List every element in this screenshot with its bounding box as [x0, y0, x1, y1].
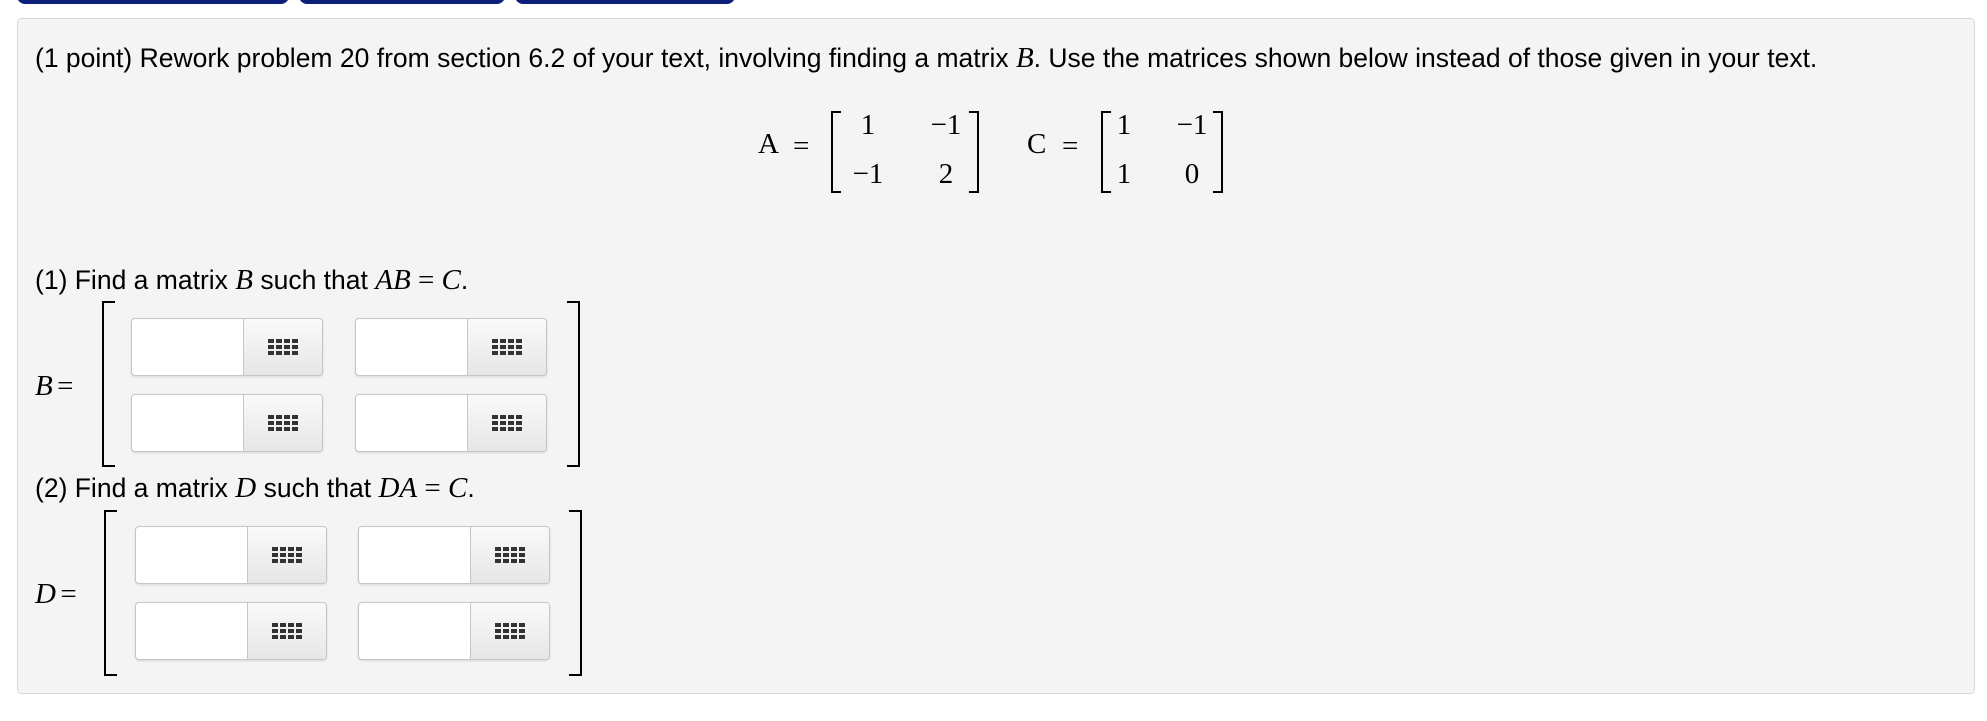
- matrix-d-r2c1-input[interactable]: [136, 603, 248, 659]
- matrix-d-label-var: D: [35, 578, 56, 610]
- part-2-prefix: (2) Find a matrix: [35, 473, 236, 503]
- matrix-b-r2c2-input[interactable]: [356, 395, 468, 451]
- matrix-b-r2c2-grid-button[interactable]: [467, 395, 546, 451]
- part-2-question: (2) Find a matrix D such that DA = C.: [35, 472, 475, 505]
- part-2-rhs: C: [448, 472, 468, 504]
- matrix-b-entry: [355, 394, 547, 452]
- matrix-d-label-eq: =: [60, 578, 77, 610]
- matrix-b-entry: [355, 318, 547, 376]
- matrix-b-entry: [131, 318, 323, 376]
- matrix-a-name: A: [758, 128, 779, 160]
- top-tab-1[interactable]: [17, 0, 289, 4]
- grid-icon: [492, 339, 522, 355]
- matrix-d-r2c2-input[interactable]: [359, 603, 471, 659]
- matrix-b-r1c1-input[interactable]: [132, 319, 244, 375]
- part-1-prefix: (1) Find a matrix: [35, 265, 236, 295]
- matrix-a-cell: 1: [860, 109, 876, 141]
- matrix-b-r1c1-grid-button[interactable]: [243, 319, 322, 375]
- matrix-b-r2c1-grid-button[interactable]: [243, 395, 322, 451]
- matrix-d-right-bracket: [569, 510, 582, 676]
- matrix-b-label-var: B: [35, 370, 53, 402]
- part-1-mid: such that: [252, 265, 376, 295]
- matrix-c-cell: 1: [1116, 109, 1132, 141]
- matrix-b-entry: [131, 394, 323, 452]
- part-2-eq: =: [417, 472, 449, 504]
- matrix-b-r1c2-grid-button[interactable]: [467, 319, 546, 375]
- grid-icon: [495, 623, 525, 639]
- matrix-b-r1c2-input[interactable]: [356, 319, 468, 375]
- part-1-lhs: AB: [375, 264, 411, 296]
- matrix-d-left-bracket: [104, 510, 117, 676]
- matrix-c-name: C: [1027, 128, 1047, 160]
- grid-icon: [272, 547, 302, 563]
- grid-icon: [268, 415, 298, 431]
- matrix-b-r2c1-input[interactable]: [132, 395, 244, 451]
- matrix-d-label: D =: [35, 578, 77, 611]
- matrix-c-cell: 1: [1116, 158, 1132, 190]
- matrix-d-entry: [135, 526, 327, 584]
- part-2-var: D: [235, 472, 257, 504]
- matrix-d-entry: [358, 526, 550, 584]
- problem-statement: (1 point) Rework problem 20 from section…: [35, 42, 1817, 75]
- matrix-d-entry: [135, 602, 327, 660]
- part-1-eq: =: [410, 264, 442, 296]
- matrix-a-cell: −1: [852, 158, 884, 190]
- part-1-rhs: C: [441, 264, 461, 296]
- part-1-end: .: [460, 265, 469, 295]
- part-2-lhs: DA: [378, 472, 418, 504]
- top-tab-2[interactable]: [299, 0, 505, 4]
- matrix-b-right-bracket: [567, 301, 580, 467]
- matrix-d-r1c1-grid-button[interactable]: [247, 527, 326, 583]
- problem-statement-suffix: . Use the matrices shown below instead o…: [1033, 43, 1818, 73]
- matrix-b-left-bracket: [102, 301, 115, 467]
- grid-icon: [492, 415, 522, 431]
- matrix-a-equals: =: [793, 130, 810, 162]
- matrix-b-label: B =: [35, 370, 74, 403]
- matrix-d-r2c1-grid-button[interactable]: [247, 603, 326, 659]
- problem-statement-prefix: (1 point) Rework problem 20 from section…: [35, 43, 1016, 73]
- part-1-question: (1) Find a matrix B such that AB = C.: [35, 264, 468, 297]
- matrix-c-right-bracket: [1213, 111, 1223, 193]
- matrix-a-right-bracket: [969, 111, 979, 193]
- matrix-d-r2c2-grid-button[interactable]: [470, 603, 549, 659]
- part-2-end: .: [467, 473, 475, 503]
- part-1-var: B: [235, 264, 253, 296]
- top-tab-3[interactable]: [515, 0, 735, 4]
- grid-icon: [272, 623, 302, 639]
- matrix-d-r1c1-input[interactable]: [136, 527, 248, 583]
- part-2-mid: such that: [256, 473, 379, 503]
- grid-icon: [268, 339, 298, 355]
- matrix-d-entry: [358, 602, 550, 660]
- matrix-c-equals: =: [1062, 130, 1079, 162]
- matrix-d-r1c2-input[interactable]: [359, 527, 471, 583]
- matrix-b-label-eq: =: [57, 370, 74, 402]
- grid-icon: [495, 547, 525, 563]
- matrix-d-r1c2-grid-button[interactable]: [470, 527, 549, 583]
- matrix-var-b: B: [1015, 42, 1034, 74]
